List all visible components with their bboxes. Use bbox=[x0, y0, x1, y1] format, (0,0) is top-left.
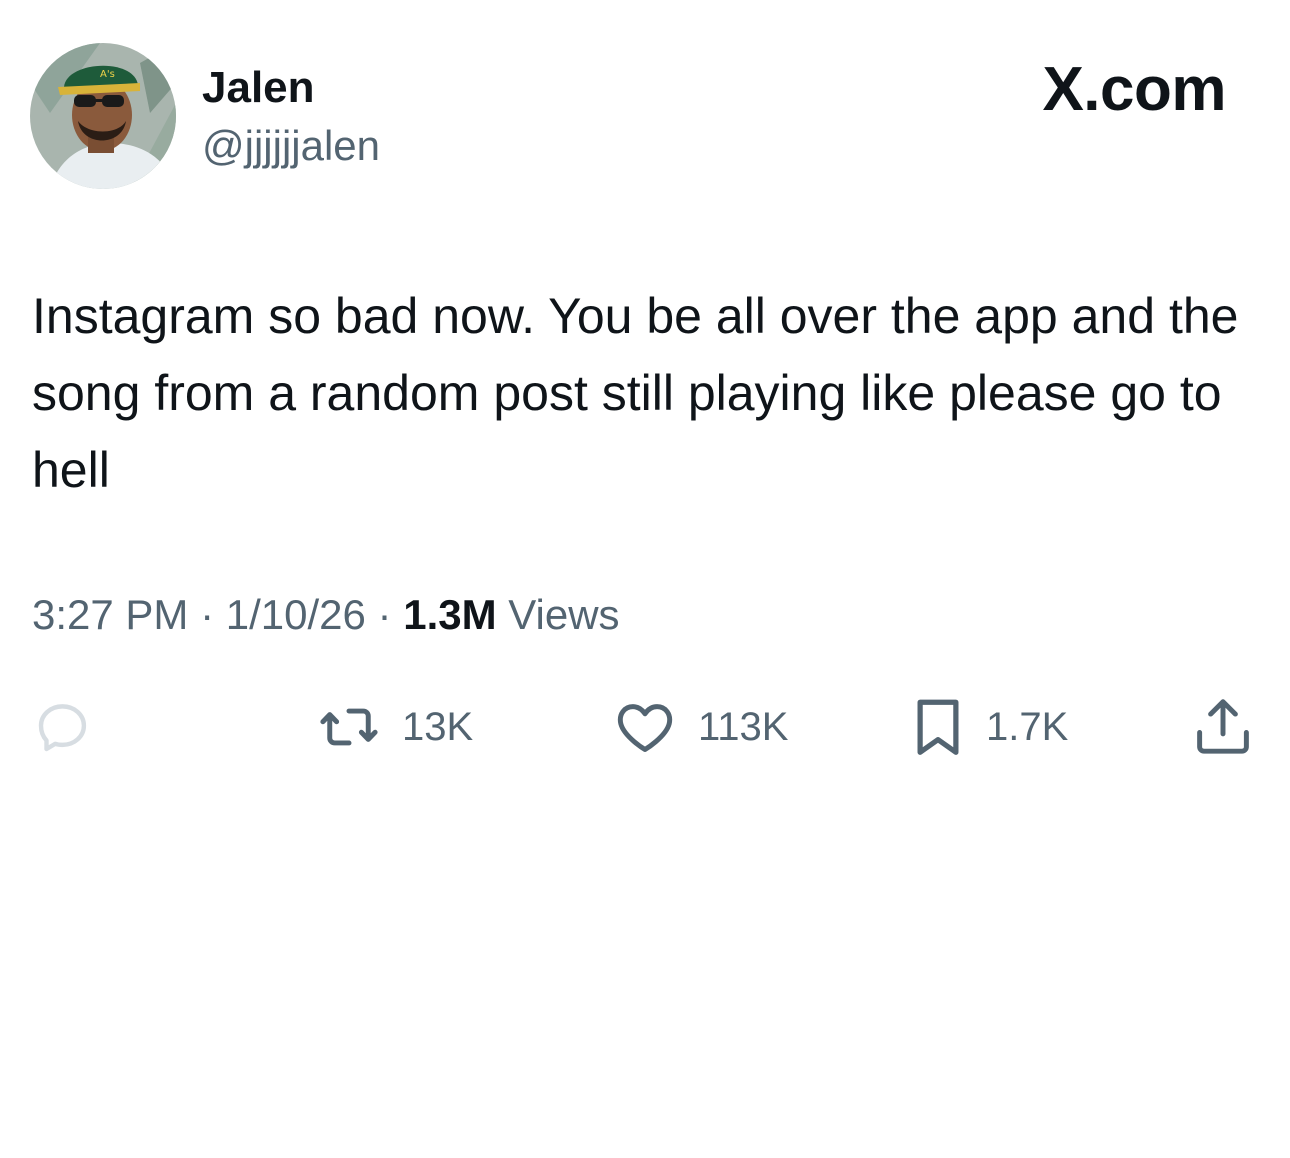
views-count: 1.3M bbox=[403, 591, 497, 638]
like-button[interactable]: 113K bbox=[612, 694, 788, 760]
author-block: Jalen @jjjjjjalen bbox=[202, 62, 380, 172]
share-icon bbox=[1197, 699, 1249, 754]
reply-icon bbox=[38, 704, 87, 752]
tweet-meta: 3:27 PM · 1/10/26 · 1.3M Views bbox=[32, 588, 620, 642]
author-handle[interactable]: @jjjjjjalen bbox=[202, 120, 380, 172]
retweet-count: 13K bbox=[402, 705, 474, 749]
share-button[interactable] bbox=[1188, 694, 1258, 760]
avatar[interactable]: A's bbox=[30, 43, 176, 189]
author-name[interactable]: Jalen bbox=[202, 62, 380, 114]
tweet-date[interactable]: 1/10/26 bbox=[226, 591, 366, 638]
tweet-text: Instagram so bad now. You be all over th… bbox=[32, 288, 1239, 498]
svg-text:A's: A's bbox=[100, 69, 115, 80]
retweet-button[interactable]: 13K bbox=[316, 694, 473, 760]
bookmark-count: 1.7K bbox=[986, 705, 1069, 749]
heart-icon bbox=[617, 704, 673, 753]
retweet-icon bbox=[320, 708, 378, 746]
bookmark-icon bbox=[917, 699, 959, 755]
tweet-time[interactable]: 3:27 PM bbox=[32, 591, 188, 638]
meta-separator: · bbox=[365, 591, 404, 638]
action-bar: 13K 113K 1.7K bbox=[0, 694, 1290, 760]
profile-photo: A's bbox=[30, 43, 176, 189]
reply-button[interactable] bbox=[30, 694, 96, 760]
bookmark-button[interactable]: 1.7K bbox=[910, 694, 1068, 760]
views-label: Views bbox=[496, 591, 620, 638]
like-count: 113K bbox=[698, 705, 789, 749]
brand-logo: X.com bbox=[1042, 55, 1226, 124]
meta-separator: · bbox=[188, 591, 226, 638]
